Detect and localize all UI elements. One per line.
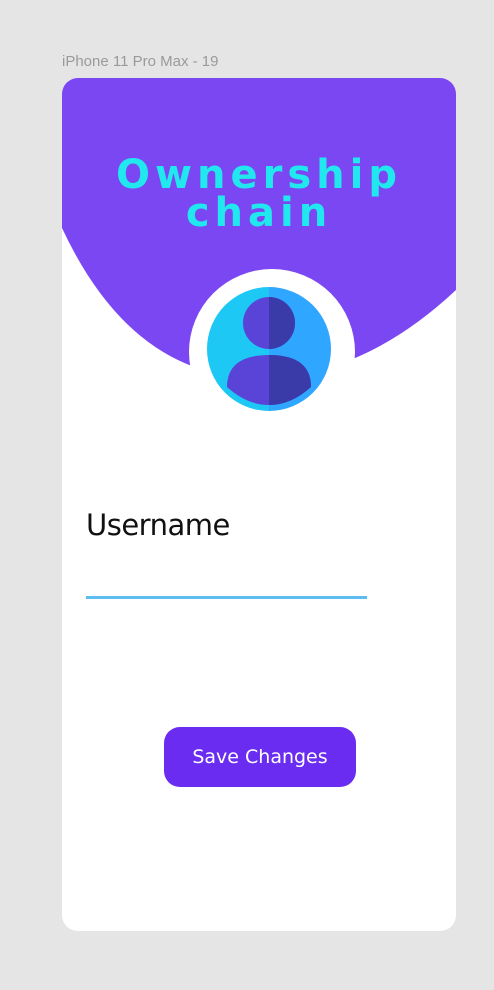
app-title-line2: chain [185,190,333,236]
design-canvas: iPhone 11 Pro Max - 19 Ownership chain U… [0,0,494,990]
app-title: Ownership chain [62,152,456,236]
user-avatar-icon[interactable] [207,287,331,411]
username-input[interactable] [86,556,367,599]
phone-screen: Ownership chain Username Save Changes [62,78,456,931]
username-label: Username [86,508,230,542]
app-title-line1: Ownership [116,152,402,198]
save-changes-button[interactable]: Save Changes [164,727,356,787]
frame-label: iPhone 11 Pro Max - 19 [62,53,219,70]
